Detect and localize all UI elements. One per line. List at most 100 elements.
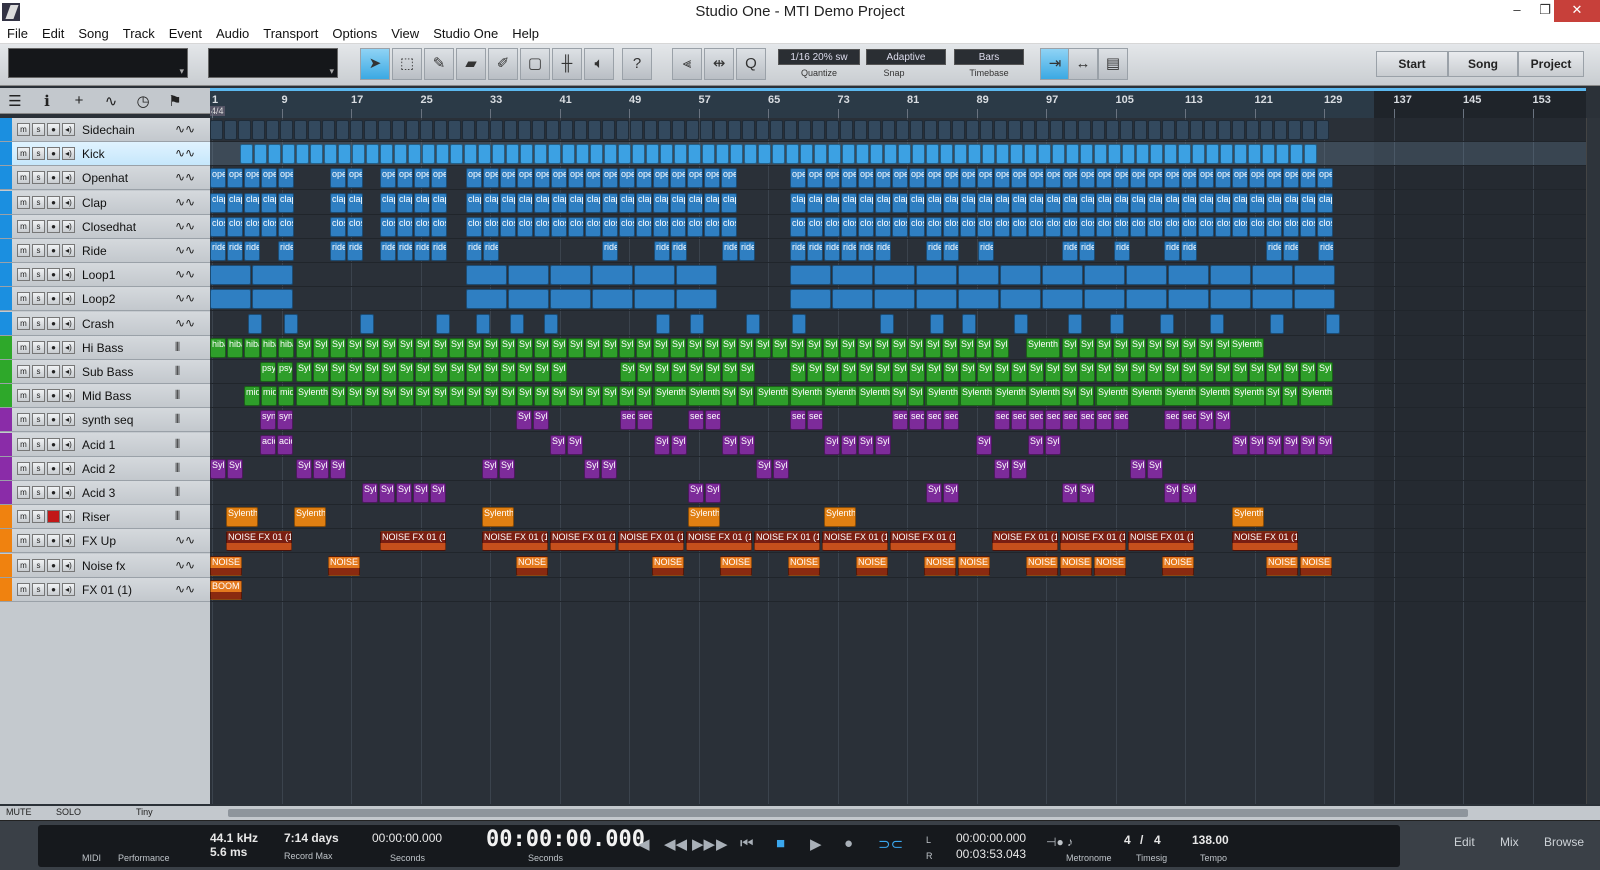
- event-clip[interactable]: Syl: [1283, 435, 1299, 455]
- event-clip[interactable]: seq: [1011, 410, 1027, 430]
- event-clip[interactable]: Syl: [891, 338, 907, 358]
- event-clip[interactable]: Syl: [1265, 386, 1281, 406]
- event-clip[interactable]: ride: [330, 241, 346, 261]
- event-clip[interactable]: clos: [517, 217, 533, 237]
- event-clip[interactable]: [1014, 314, 1028, 334]
- event-clip[interactable]: Syl: [313, 338, 329, 358]
- event-clip[interactable]: [744, 144, 757, 164]
- event-clip[interactable]: [466, 265, 507, 285]
- event-clip[interactable]: Syl: [1130, 338, 1146, 358]
- event-clip[interactable]: [1078, 120, 1091, 140]
- event-clip[interactable]: Syl: [858, 362, 874, 382]
- event-clip[interactable]: clos: [534, 217, 550, 237]
- event-clip[interactable]: Syl: [1282, 386, 1298, 406]
- event-clip[interactable]: [688, 144, 701, 164]
- track-name[interactable]: Closedhat: [82, 220, 136, 234]
- mute-button[interactable]: m: [17, 534, 30, 547]
- event-clip[interactable]: [1234, 144, 1247, 164]
- event-clip[interactable]: ride: [278, 241, 294, 261]
- event-clip[interactable]: Sylenth: [688, 386, 721, 406]
- track-lane[interactable]: closclosclosclosclosclosclosclosclosclos…: [210, 215, 1586, 239]
- play-icon[interactable]: ▶: [810, 835, 822, 853]
- event-clip[interactable]: clap: [483, 193, 499, 213]
- event-clip[interactable]: [532, 120, 545, 140]
- eraser-tool-icon[interactable]: ▰: [456, 48, 486, 80]
- event-clip[interactable]: [550, 265, 591, 285]
- event-clip[interactable]: seq: [909, 410, 925, 430]
- event-clip[interactable]: [656, 314, 670, 334]
- event-clip[interactable]: [880, 314, 894, 334]
- event-clip[interactable]: [282, 144, 295, 164]
- event-clip[interactable]: clos: [1011, 217, 1027, 237]
- return-zero-icon[interactable]: ⏮: [740, 835, 754, 852]
- solo-button[interactable]: s: [32, 534, 45, 547]
- event-clip[interactable]: [746, 314, 760, 334]
- event-clip[interactable]: clap: [721, 193, 737, 213]
- event-clip[interactable]: Sylenth: [1096, 386, 1129, 406]
- event-clip[interactable]: NOISE FX 01 (1: [1232, 531, 1298, 551]
- monitor-button[interactable]: ◂): [62, 244, 75, 257]
- event-clip[interactable]: clap: [1249, 193, 1265, 213]
- event-clip[interactable]: Syl: [449, 362, 465, 382]
- event-clip[interactable]: clap: [909, 193, 925, 213]
- event-clip[interactable]: [490, 120, 503, 140]
- event-clip[interactable]: ope: [431, 168, 447, 188]
- event-clip[interactable]: [828, 144, 841, 164]
- event-clip[interactable]: ride: [1062, 241, 1078, 261]
- metronome-icon[interactable]: ⊣● ♪: [1046, 835, 1073, 849]
- monitor-button[interactable]: ◂): [62, 365, 75, 378]
- solo-button[interactable]: s: [32, 268, 45, 281]
- event-clip[interactable]: Syl: [449, 338, 465, 358]
- event-clip[interactable]: Syl: [210, 459, 226, 479]
- event-clip[interactable]: [1024, 144, 1037, 164]
- track-header[interactable]: m s ● ◂) Loop1 ∿∿: [0, 263, 210, 287]
- quantize-q-icon[interactable]: Q: [736, 48, 766, 80]
- event-clip[interactable]: clap: [687, 193, 703, 213]
- event-clip[interactable]: ride: [210, 241, 226, 261]
- event-clip[interactable]: Syl: [1062, 483, 1078, 503]
- event-clip[interactable]: seq: [807, 410, 823, 430]
- event-clip[interactable]: Syl: [381, 386, 397, 406]
- event-clip[interactable]: clos: [977, 217, 993, 237]
- solo-button[interactable]: s: [32, 147, 45, 160]
- event-clip[interactable]: [1302, 120, 1315, 140]
- event-clip[interactable]: [786, 144, 799, 164]
- timesig-numerator[interactable]: 4: [1124, 833, 1131, 847]
- record-arm-button[interactable]: ●: [47, 244, 60, 257]
- event-clip[interactable]: Syl: [722, 435, 738, 455]
- event-clip[interactable]: [462, 120, 475, 140]
- event-clip[interactable]: clap: [517, 193, 533, 213]
- event-clip[interactable]: clap: [261, 193, 277, 213]
- event-clip[interactable]: Syl: [330, 362, 346, 382]
- event-clip[interactable]: clap: [431, 193, 447, 213]
- event-clip[interactable]: Syl: [602, 386, 618, 406]
- event-clip[interactable]: clap: [619, 193, 635, 213]
- event-clip[interactable]: Syl: [313, 362, 329, 382]
- event-clip[interactable]: Syl: [1232, 435, 1248, 455]
- event-clip[interactable]: NOISE FX 01 (1: [380, 531, 446, 551]
- event-clip[interactable]: Sylenth: [1164, 386, 1197, 406]
- event-clip[interactable]: Syl: [1079, 338, 1095, 358]
- event-clip[interactable]: Syl: [415, 386, 431, 406]
- event-clip[interactable]: Syl: [1062, 338, 1078, 358]
- event-clip[interactable]: ride: [414, 241, 430, 261]
- event-clip[interactable]: Syl: [499, 459, 515, 479]
- event-clip[interactable]: [588, 120, 601, 140]
- event-clip[interactable]: Syl: [636, 338, 652, 358]
- event-clip[interactable]: [510, 314, 524, 334]
- event-clip[interactable]: [248, 314, 262, 334]
- event-clip[interactable]: Syl: [925, 338, 941, 358]
- event-clip[interactable]: Syl: [1266, 435, 1282, 455]
- event-clip[interactable]: clos: [483, 217, 499, 237]
- track-name[interactable]: Loop1: [82, 268, 115, 282]
- event-clip[interactable]: [238, 120, 251, 140]
- track-header[interactable]: m s ● ◂) Noise fx ∿∿: [0, 554, 210, 578]
- event-clip[interactable]: clos: [466, 217, 482, 237]
- event-clip[interactable]: Syl: [516, 410, 532, 430]
- event-clip[interactable]: [856, 144, 869, 164]
- event-clip[interactable]: [926, 144, 939, 164]
- event-clip[interactable]: ope: [1215, 168, 1231, 188]
- solo-button[interactable]: s: [32, 389, 45, 402]
- event-clip[interactable]: clos: [1215, 217, 1231, 237]
- event-clip[interactable]: [310, 144, 323, 164]
